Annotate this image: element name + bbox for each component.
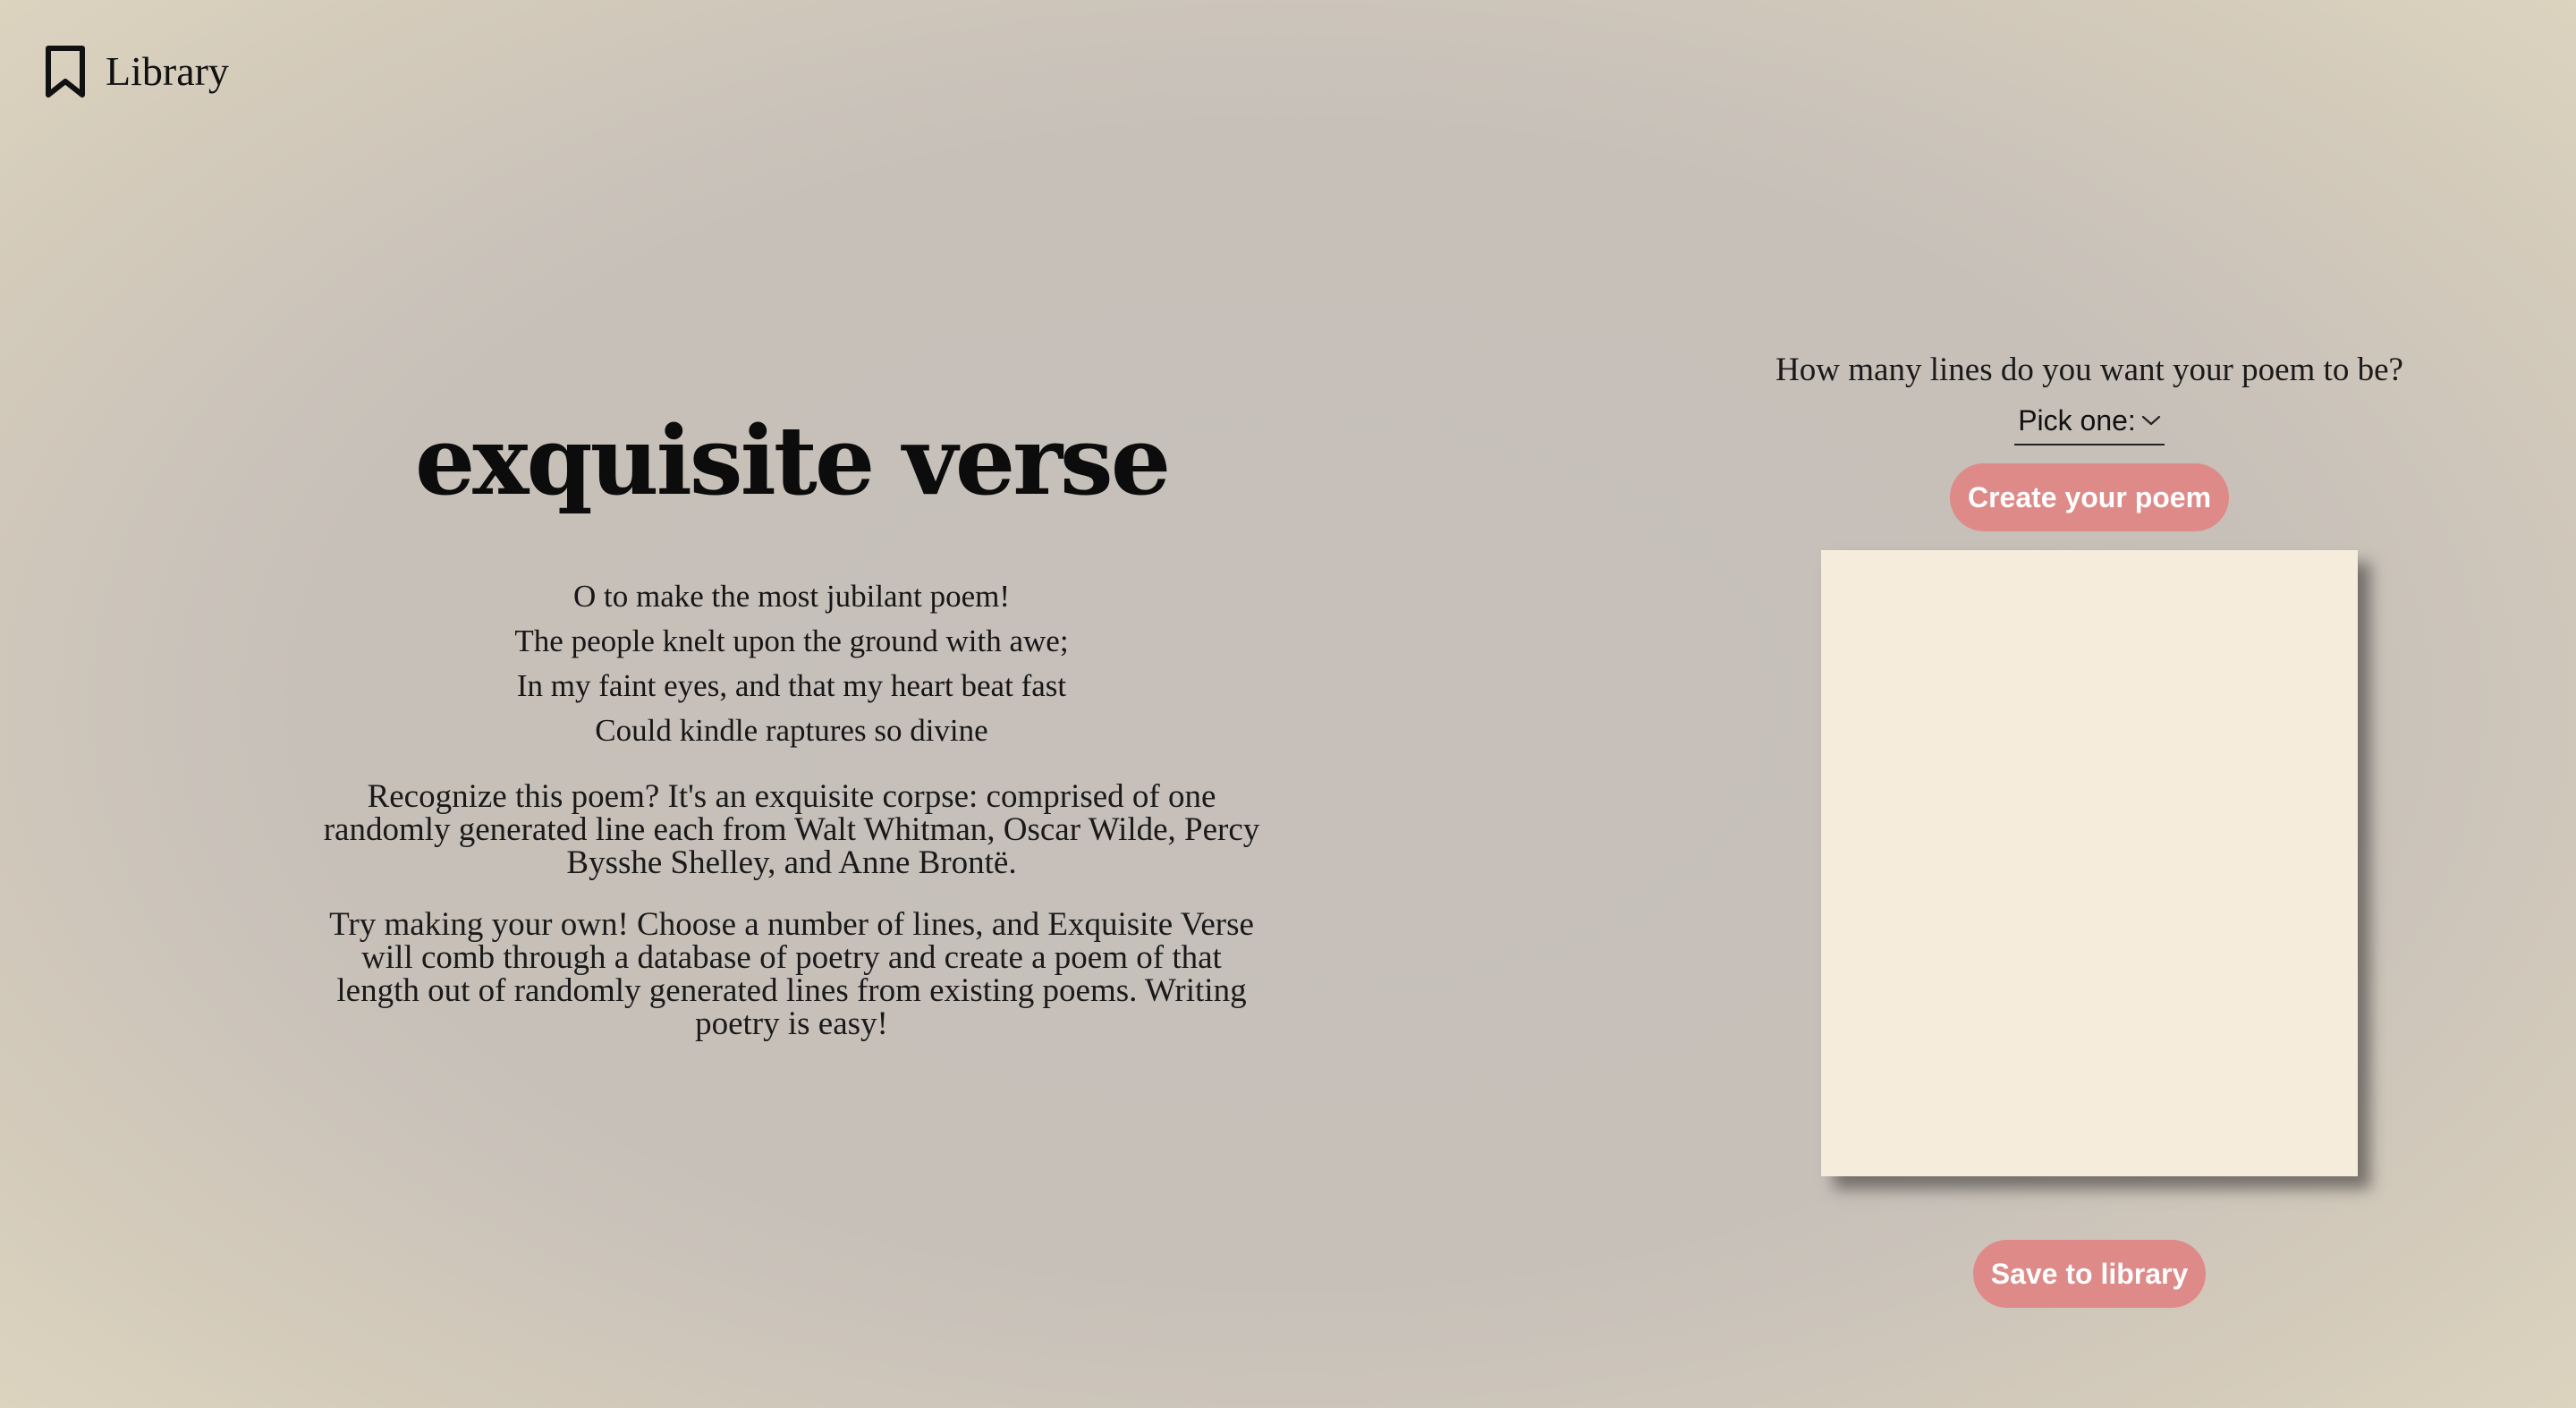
poem-line: The people knelt upon the ground with aw… xyxy=(514,623,1069,658)
explanation-paragraph: Recognize this poem? It's an exquisite c… xyxy=(323,778,1260,881)
poem-output-card xyxy=(1821,550,2358,1176)
library-nav-link[interactable]: Library xyxy=(43,43,229,100)
poem-line: In my faint eyes, and that my heart beat… xyxy=(516,668,1067,703)
poem-line: O to make the most jubilant poem! xyxy=(573,579,1010,614)
chevron-down-icon xyxy=(2141,415,2160,426)
site-title: exquisite verse xyxy=(414,404,1171,516)
library-nav-label: Library xyxy=(106,48,229,94)
create-poem-button[interactable]: Create your poem xyxy=(1949,463,2230,531)
instructions-paragraph: Try making your own! Choose a number of … xyxy=(329,906,1254,1042)
bookmark-icon xyxy=(46,46,85,98)
save-to-library-button[interactable]: Save to library xyxy=(1973,1240,2206,1308)
poem-line: Could kindle raptures so divine xyxy=(595,713,988,748)
lines-question-label: How many lines do you want your poem to … xyxy=(1775,352,2403,388)
poem-generator: How many lines do you want your poem to … xyxy=(1699,347,2479,1308)
sample-poem: O to make the most jubilant poem! The pe… xyxy=(304,574,1279,753)
line-count-select-value: Pick one: xyxy=(2018,404,2136,437)
intro-section: exquisite verse O to make the most jubil… xyxy=(304,394,1279,1040)
line-count-select[interactable]: Pick one: xyxy=(2014,401,2165,445)
